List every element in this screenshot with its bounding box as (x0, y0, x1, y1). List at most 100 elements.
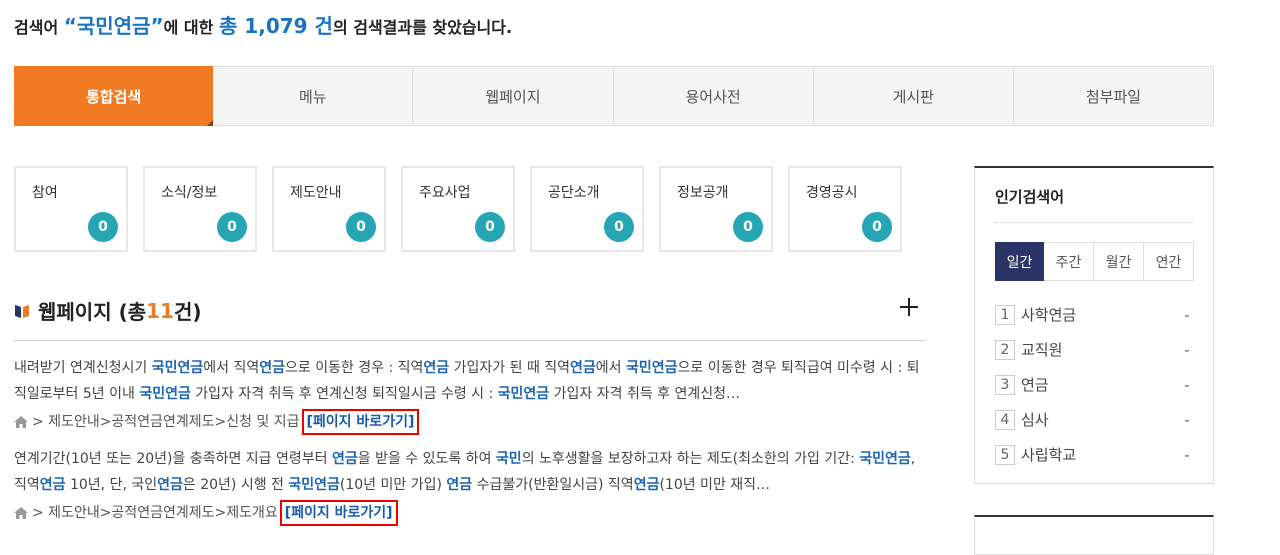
result-item: 연계기간(10년 또는 20년)을 충족하면 지급 연령부터 연금을 받을 수 … (14, 446, 924, 526)
divider (995, 222, 1193, 223)
category-label: 제도안내 (290, 185, 342, 201)
snippet-text: 에서 직역 (203, 360, 260, 376)
highlighted-keyword: 국민연금 (151, 360, 204, 376)
category-participation[interactable]: 참여 0 (14, 166, 128, 252)
category-count-badge: 0 (862, 212, 892, 242)
highlighted-keyword: 연금 (633, 477, 660, 493)
result-snippet: 내려받기 연계신청시기 국민연금에서 직역연금으로 이동한 경우 : 직역연금 … (14, 355, 924, 407)
category-count-badge: 0 (475, 212, 505, 242)
snippet-text: 을 받을 수 있도록 하여 (357, 451, 496, 467)
snippet-text: 10년, 단, 국인 (65, 477, 158, 493)
category-count-badge: 0 (604, 212, 634, 242)
popular-term: 사립학교 (1021, 446, 1077, 464)
highlighted-keyword: 연금 (39, 477, 66, 493)
category-label: 공단소개 (548, 185, 600, 201)
snippet-text: 은 20년) 시행 전 (182, 477, 289, 493)
popular-item[interactable]: 2 교직원 - (995, 339, 1195, 360)
snippet-text: 내려받기 연계신청시기 (14, 360, 152, 376)
summary-mid: 에 대한 (163, 18, 219, 37)
section-title-prefix: 웹페이지 (총 (38, 300, 147, 324)
rank-number: 2 (995, 339, 1015, 360)
snippet-text: 수급불가(반환일시금) 직역 (472, 477, 634, 493)
tab-glossary[interactable]: 용어사전 (613, 66, 814, 126)
category-main-business[interactable]: 주요사업 0 (401, 166, 515, 252)
category-count-badge: 0 (217, 212, 247, 242)
category-label: 소식/정보 (161, 185, 218, 201)
total-count: 총 1,079 건 (218, 14, 333, 38)
popular-item[interactable]: 5 사립학교 - (995, 444, 1195, 465)
secondary-panel (974, 515, 1214, 555)
snippet-text: 에서 (595, 360, 627, 376)
popular-term: 교직원 (1021, 341, 1063, 359)
search-summary: 검색어 “국민연금”에 대한 총 1,079 건의 검색결과를 찾았습니다. (14, 10, 512, 39)
category-about[interactable]: 공단소개 0 (530, 166, 644, 252)
popular-term: 연금 (1021, 376, 1049, 394)
highlighted-keyword: 국민연금 (288, 477, 340, 493)
popular-item[interactable]: 4 심사 - (995, 409, 1195, 430)
category-count-badge: 0 (346, 212, 376, 242)
highlighted-keyword: 국민연금 (497, 386, 550, 402)
snippet-text: (10년 미만 재직… (659, 477, 771, 493)
highlighted-keyword: 국민연금 (139, 386, 191, 402)
section-count: 11 (146, 298, 174, 323)
result-item: 내려받기 연계신청시기 국민연금에서 직역연금으로 이동한 경우 : 직역연금 … (14, 355, 924, 435)
tab-board[interactable]: 게시판 (813, 66, 1014, 126)
popular-item[interactable]: 3 연금 - (995, 374, 1195, 395)
rank-number: 1 (995, 304, 1015, 325)
rank-number: 4 (995, 409, 1015, 430)
snippet-text: 가입자가 된 때 직역 (449, 360, 571, 376)
result-tabs: 통합검색 메뉴 웹페이지 용어사전 게시판 첨부파일 (14, 66, 1215, 126)
highlighted-keyword: 국민연금 (859, 451, 911, 467)
divider (14, 340, 924, 341)
category-boxes: 참여 0 소식/정보 0 제도안내 0 주요사업 0 공단소개 0 정보공개 0… (14, 166, 902, 252)
tab-yearly[interactable]: 연간 (1144, 242, 1194, 281)
rank-change: - (1184, 445, 1190, 464)
tab-weekly[interactable]: 주간 (1044, 242, 1094, 281)
tab-monthly[interactable]: 월간 (1094, 242, 1144, 281)
popular-searches-panel: 인기검색어 일간 주간 월간 연간 1 사학연금 - 2 교직원 - 3 연금 … (974, 166, 1214, 484)
tab-daily[interactable]: 일간 (995, 242, 1044, 281)
rank-number: 5 (995, 444, 1015, 465)
result-path: > 제도안내>공적연금연계제도>신청 및 지급 [페이지 바로가기] (14, 409, 924, 435)
category-label: 정보공개 (677, 185, 729, 201)
page-shortcut-link[interactable]: [페이지 바로가기] (279, 500, 398, 526)
category-disclosure[interactable]: 정보공개 0 (659, 166, 773, 252)
highlighted-keyword: 국민 (495, 451, 522, 467)
tab-webpage[interactable]: 웹페이지 (413, 66, 614, 126)
section-title-webpage: 웹페이지 (총 11 건) (14, 296, 202, 325)
category-label: 경영공시 (806, 185, 858, 201)
snippet-text: 의 노후생활을 보장하고자 하는 제도(최소한의 가입 기간: (521, 451, 860, 467)
popular-term: 사학연금 (1021, 306, 1077, 324)
popular-item[interactable]: 1 사학연금 - (995, 304, 1195, 325)
rank-change: - (1184, 340, 1190, 359)
snippet-text: 연계기간(10년 또는 20년)을 충족하면 지급 연령부터 (14, 451, 332, 467)
result-breadcrumb: > 제도안내>공적연금연계제도>제도개요 (32, 505, 278, 521)
highlighted-keyword: 연금 (446, 477, 473, 493)
category-label: 주요사업 (419, 185, 471, 201)
period-tabs: 일간 주간 월간 연간 (995, 242, 1194, 281)
category-news[interactable]: 소식/정보 0 (143, 166, 257, 252)
rank-change: - (1184, 410, 1190, 429)
popular-searches-title: 인기검색어 (995, 188, 1065, 206)
result-breadcrumb: > 제도안내>공적연금연계제도>신청 및 지급 (32, 414, 300, 430)
snippet-text: (10년 미만 가입) (339, 477, 447, 493)
highlighted-keyword: 연금 (259, 360, 285, 376)
highlighted-keyword: 국민연금 (626, 360, 678, 376)
page-shortcut-link[interactable]: [페이지 바로가기] (301, 409, 420, 435)
snippet-text: 으로 이동한 경우 : 직역 (284, 360, 424, 376)
more-plus-icon[interactable] (898, 296, 920, 318)
snippet-text: 가입자 자격 취득 후 연계신청… (549, 386, 741, 402)
category-system-guide[interactable]: 제도안내 0 (272, 166, 386, 252)
category-management[interactable]: 경영공시 0 (788, 166, 902, 252)
tab-attachment[interactable]: 첨부파일 (1013, 66, 1215, 126)
highlighted-keyword: 연금 (331, 451, 358, 467)
category-count-badge: 0 (88, 212, 118, 242)
summary-prefix: 검색어 (14, 18, 64, 37)
rank-change: - (1184, 305, 1190, 324)
book-icon (15, 304, 29, 318)
home-icon (14, 416, 28, 428)
tab-integrated[interactable]: 통합검색 (14, 66, 214, 126)
tab-menu[interactable]: 메뉴 (213, 66, 414, 126)
rank-number: 3 (995, 374, 1015, 395)
popular-term: 심사 (1021, 411, 1049, 429)
